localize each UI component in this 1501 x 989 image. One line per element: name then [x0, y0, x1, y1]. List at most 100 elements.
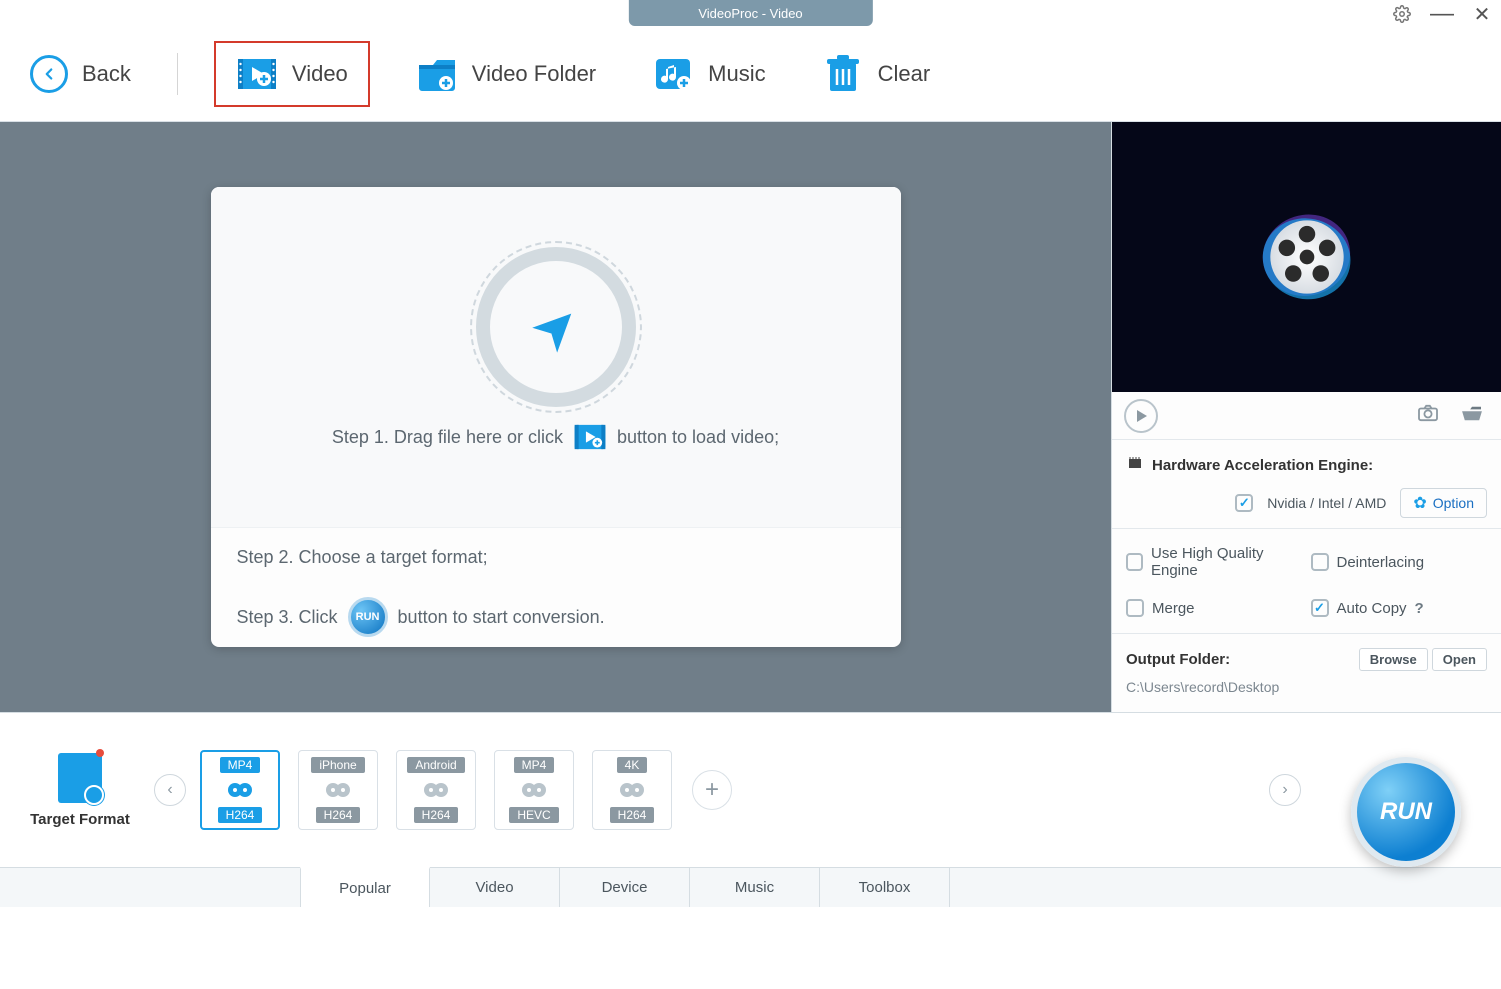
autocopy-help-icon[interactable]: ?: [1415, 600, 1424, 617]
add-video-folder-button[interactable]: Video Folder: [406, 47, 606, 101]
gear-blue-icon: ✿: [1413, 493, 1426, 513]
snapshot-icon[interactable]: [1411, 404, 1445, 428]
toolbar: Back Video Video Folder Music Clear: [0, 26, 1501, 122]
target-format-icon: [58, 753, 102, 803]
format-bot-label: HEVC: [509, 807, 558, 823]
play-button[interactable]: [1124, 399, 1158, 433]
close-icon[interactable]: ✕: [1471, 3, 1493, 25]
format-item-mp4-hevc[interactable]: MP4 HEVC: [494, 750, 574, 830]
deinterlacing-label: Deinterlacing: [1337, 554, 1425, 571]
format-top-label: Android: [407, 757, 464, 773]
format-list: MP4 H264iPhone H264Android H264MP4 HEVC4…: [200, 750, 672, 830]
hw-option-label: Option: [1433, 495, 1474, 511]
upload-arrow-icon: ➤: [520, 292, 591, 363]
format-item-iphone-h264[interactable]: iPhone H264: [298, 750, 378, 830]
settings-icon[interactable]: [1391, 3, 1413, 25]
format-bot-label: H264: [414, 807, 459, 823]
format-reel-icon: [618, 779, 646, 801]
video-folder-label: Video Folder: [472, 61, 596, 87]
format-reel-icon: [520, 779, 548, 801]
run-button[interactable]: RUN: [1351, 757, 1461, 867]
step2-row: Step 2. Choose a target format;: [211, 527, 901, 587]
step3-text-a: Step 3. Click: [237, 607, 338, 628]
autocopy-checkbox[interactable]: [1311, 599, 1329, 617]
format-reel-icon: [324, 779, 352, 801]
clear-button[interactable]: Clear: [812, 47, 941, 101]
right-panel: Hardware Acceleration Engine: Nvidia / I…: [1111, 122, 1501, 712]
folder-icon: [416, 53, 458, 95]
app-logo-icon: [1252, 202, 1362, 312]
run-small-icon: RUN: [348, 597, 388, 637]
step3-text-b: button to start conversion.: [398, 607, 605, 628]
main-area: ➤ Step 1. Drag file here or click button…: [0, 122, 1501, 712]
step2-text: Step 2. Choose a target format;: [237, 547, 488, 568]
tab-popular[interactable]: Popular: [300, 867, 430, 907]
format-bot-label: H264: [218, 807, 263, 823]
tab-music[interactable]: Music: [690, 868, 820, 907]
music-icon: [652, 53, 694, 95]
stage: ➤ Step 1. Drag file here or click button…: [0, 122, 1111, 712]
window-title: VideoProc - Video: [628, 0, 872, 26]
merge-checkbox[interactable]: [1126, 599, 1144, 617]
drop-card: ➤ Step 1. Drag file here or click button…: [211, 187, 901, 647]
format-top-label: iPhone: [311, 757, 364, 773]
format-bar: Target Format ‹ MP4 H264iPhone H264Andro…: [0, 712, 1501, 867]
back-label: Back: [82, 61, 131, 87]
open-folder-icon[interactable]: [1455, 404, 1489, 428]
merge-label: Merge: [1152, 600, 1195, 617]
tab-toolbox[interactable]: Toolbox: [820, 868, 950, 907]
hw-option-button[interactable]: ✿ Option: [1400, 488, 1487, 518]
video-label: Video: [292, 61, 348, 87]
hw-accel-section: Hardware Acceleration Engine: Nvidia / I…: [1112, 440, 1501, 529]
format-prev-button[interactable]: ‹: [154, 774, 186, 806]
open-button[interactable]: Open: [1432, 648, 1487, 671]
hq-checkbox[interactable]: [1126, 553, 1143, 571]
format-tabs: PopularVideoDeviceMusicToolbox: [0, 867, 1501, 907]
tab-device[interactable]: Device: [560, 868, 690, 907]
options-grid: Use High Quality Engine Deinterlacing Me…: [1112, 529, 1501, 634]
hw-title-text: Hardware Acceleration Engine:: [1152, 457, 1373, 474]
clear-label: Clear: [878, 61, 931, 87]
dropzone[interactable]: ➤ Step 1. Drag file here or click button…: [211, 187, 901, 527]
add-format-button[interactable]: +: [692, 770, 732, 810]
titlebar: VideoProc - Video — ✕: [0, 0, 1501, 26]
back-button[interactable]: Back: [20, 49, 141, 99]
deinterlacing-checkbox[interactable]: [1311, 553, 1329, 571]
music-label: Music: [708, 61, 765, 87]
divider: [177, 53, 178, 95]
format-bot-label: H264: [316, 807, 361, 823]
chip-icon: [1126, 454, 1144, 476]
format-top-label: 4K: [617, 757, 648, 773]
format-item-mp4-h264[interactable]: MP4 H264: [200, 750, 280, 830]
format-reel-icon: [226, 779, 254, 801]
hq-label: Use High Quality Engine: [1151, 545, 1303, 579]
format-next-button[interactable]: ›: [1269, 774, 1301, 806]
target-format-label: Target Format: [30, 811, 130, 828]
format-top-label: MP4: [514, 757, 555, 773]
format-bot-label: H264: [610, 807, 655, 823]
drop-circle-icon: ➤: [476, 247, 636, 407]
step1-text-b: button to load video;: [617, 427, 779, 448]
preview-area: [1112, 122, 1501, 392]
output-label: Output Folder:: [1126, 651, 1230, 668]
format-top-label: MP4: [220, 757, 261, 773]
format-reel-icon: [422, 779, 450, 801]
output-section: Output Folder: Browse Open C:\Users\reco…: [1112, 634, 1501, 709]
add-video-button[interactable]: Video: [214, 41, 370, 107]
step3-row: Step 3. Click RUN button to start conver…: [211, 587, 901, 647]
add-music-button[interactable]: Music: [642, 47, 775, 101]
minimize-icon[interactable]: —: [1431, 3, 1453, 25]
autocopy-label: Auto Copy: [1337, 600, 1407, 617]
back-arrow-icon: [30, 55, 68, 93]
trash-icon: [822, 53, 864, 95]
video-icon: [236, 53, 278, 95]
target-format[interactable]: Target Format: [20, 753, 140, 828]
format-item-android-h264[interactable]: Android H264: [396, 750, 476, 830]
hw-vendors-checkbox[interactable]: [1235, 494, 1253, 512]
output-path: C:\Users\record\Desktop: [1126, 679, 1487, 695]
browse-button[interactable]: Browse: [1359, 648, 1428, 671]
format-item-4k-h264[interactable]: 4K H264: [592, 750, 672, 830]
tab-video[interactable]: Video: [430, 868, 560, 907]
preview-controls: [1112, 392, 1501, 440]
hw-vendors-label: Nvidia / Intel / AMD: [1267, 495, 1386, 511]
